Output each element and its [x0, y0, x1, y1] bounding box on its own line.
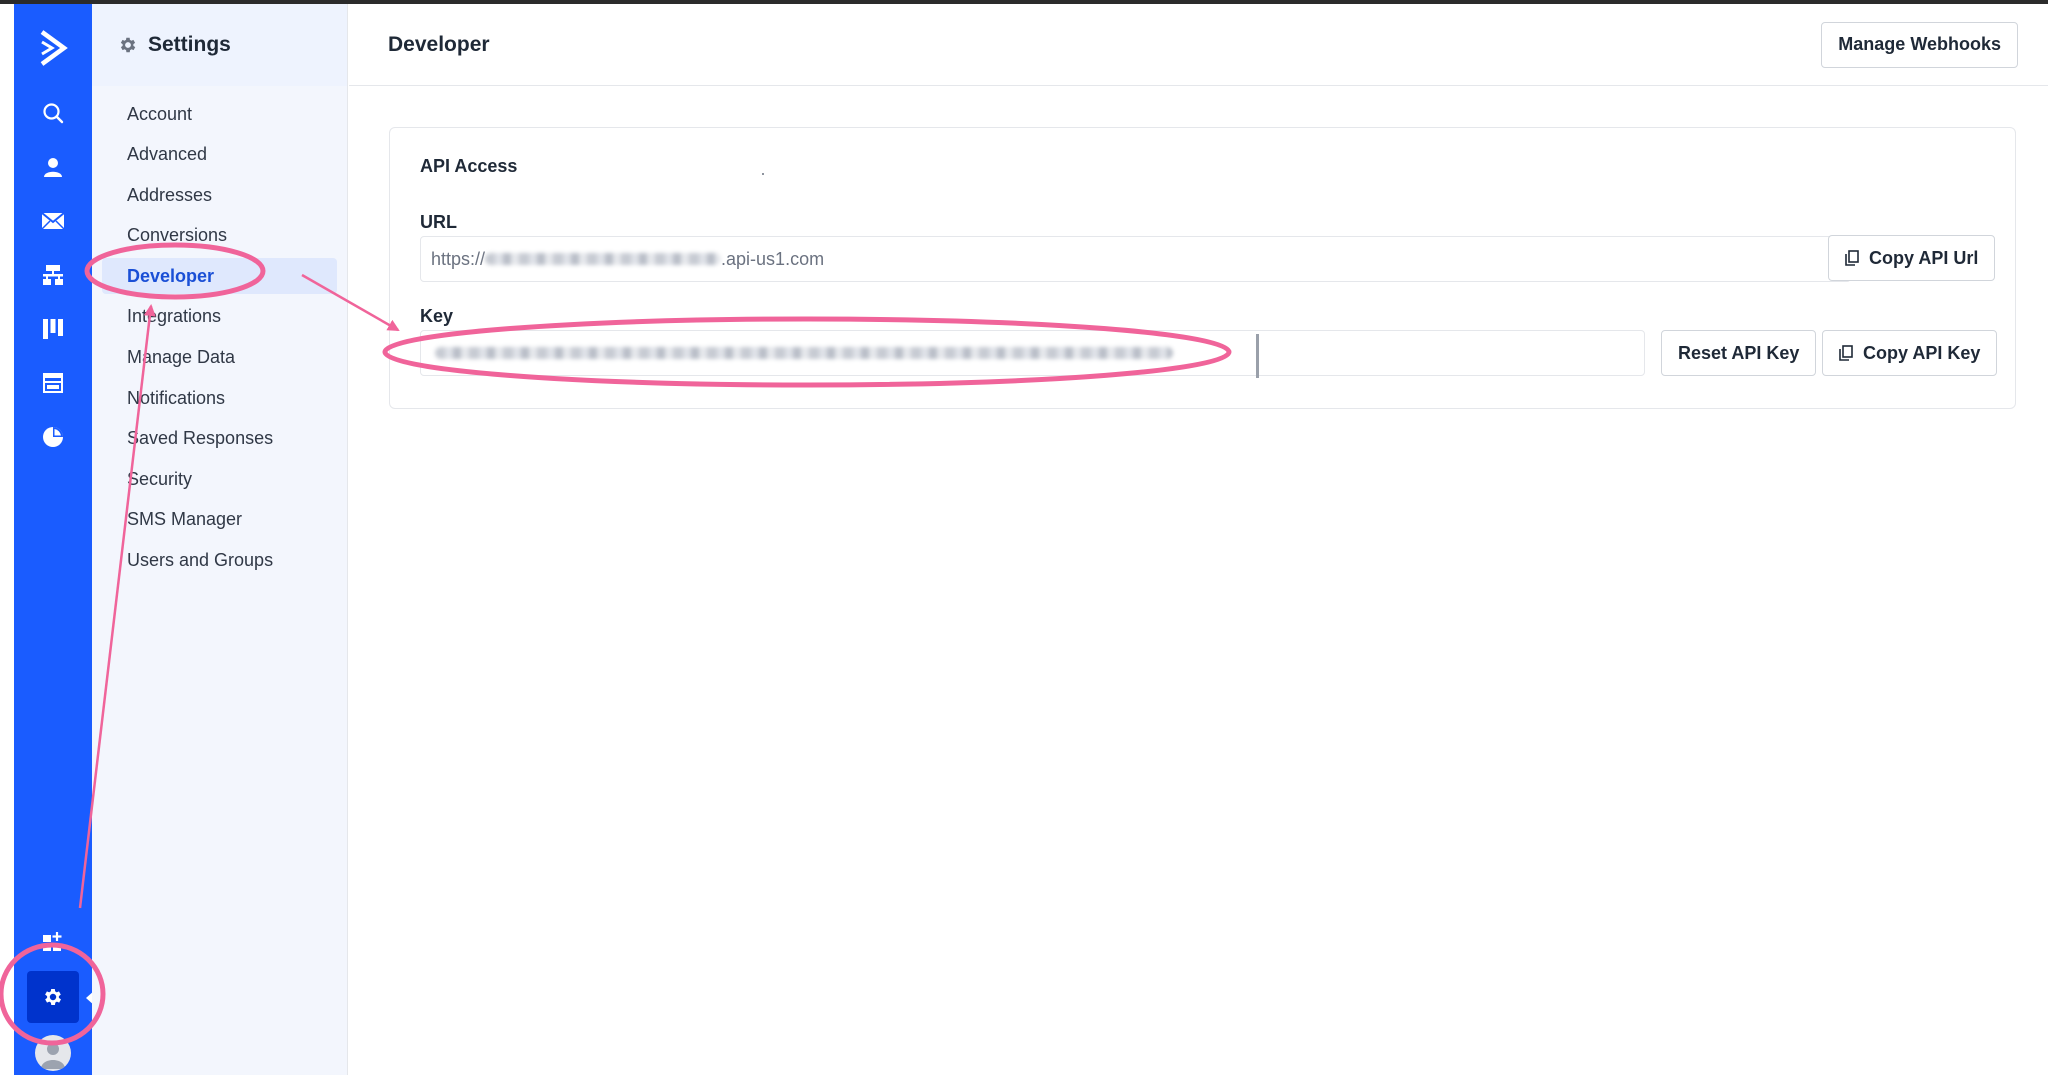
sidebar-item-conversions[interactable]: Conversions	[102, 218, 337, 254]
main-content: Developer Manage Webhooks API Access URL…	[349, 4, 2048, 1075]
api-url-field[interactable]: https:// .api-us1.com	[420, 236, 1851, 282]
copy-icon	[1839, 345, 1853, 361]
settings-header: Settings	[92, 4, 347, 86]
reports-icon[interactable]	[26, 410, 80, 464]
sidebar-item-advanced[interactable]: Advanced	[102, 137, 337, 173]
sidebar-item-saved-responses[interactable]: Saved Responses	[102, 421, 337, 457]
reset-api-key-button[interactable]: Reset API Key	[1661, 330, 1817, 376]
contacts-icon[interactable]	[26, 140, 80, 194]
sidebar-item-sms-manager[interactable]: SMS Manager	[102, 502, 337, 538]
url-label: URL	[420, 212, 457, 232]
app-rail	[14, 4, 95, 1075]
logo-icon[interactable]	[31, 24, 75, 72]
sidebar-item-account[interactable]: Account	[102, 96, 337, 132]
settings-sidebar: Settings Account Advanced Addresses Conv…	[92, 4, 348, 1075]
key-label: Key	[420, 306, 454, 326]
copy-api-key-button[interactable]: Copy API Key	[1822, 330, 1998, 376]
page-header: Developer Manage Webhooks	[349, 4, 2048, 86]
page-title: Developer	[388, 32, 490, 56]
copy-api-url-label: Copy API Url	[1869, 247, 1979, 268]
sidebar-item-integrations[interactable]: Integrations	[102, 299, 337, 335]
copy-api-url-button[interactable]: Copy API Url	[1828, 235, 1996, 281]
copy-icon	[1845, 250, 1859, 266]
site-icon[interactable]	[26, 356, 80, 410]
redacted-api-key	[435, 347, 1173, 359]
sidebar-item-notifications[interactable]: Notifications	[102, 380, 337, 416]
url-prefix: https://	[431, 248, 486, 269]
sidebar-item-security[interactable]: Security	[102, 461, 337, 497]
apps-add-icon[interactable]	[26, 917, 80, 967]
sidebar-item-developer[interactable]: Developer	[102, 258, 337, 295]
email-icon[interactable]	[26, 194, 80, 248]
manage-webhooks-button[interactable]: Manage Webhooks	[1821, 21, 2018, 68]
api-key-field[interactable]	[420, 330, 1645, 376]
settings-title: Settings	[148, 33, 231, 56]
window-left-gutter	[0, 4, 14, 1075]
stray-dot	[762, 173, 764, 175]
automations-icon[interactable]	[26, 248, 80, 302]
gear-icon	[120, 37, 136, 53]
user-avatar-icon[interactable]	[35, 1035, 71, 1071]
settings-button[interactable]	[27, 971, 95, 1023]
deals-icon[interactable]	[26, 302, 80, 356]
sidebar-item-users-and-groups[interactable]: Users and Groups	[102, 543, 337, 579]
sidebar-item-addresses[interactable]: Addresses	[102, 177, 337, 213]
rail-bottom	[14, 917, 95, 1075]
api-access-card: API Access URL https:// .api-us1.com Cop…	[389, 127, 2016, 409]
rail-nav	[26, 86, 80, 464]
search-icon[interactable]	[26, 86, 80, 140]
gear-icon	[45, 989, 61, 1005]
api-access-title: API Access	[420, 156, 518, 176]
url-suffix: .api-us1.com	[721, 248, 825, 269]
key-field-cursor	[1256, 334, 1259, 378]
copy-api-key-label: Copy API Key	[1863, 342, 1981, 363]
settings-menu: Account Advanced Addresses Conversions D…	[92, 86, 347, 579]
redacted-url-segment	[485, 253, 722, 265]
sidebar-item-manage-data[interactable]: Manage Data	[102, 340, 337, 376]
